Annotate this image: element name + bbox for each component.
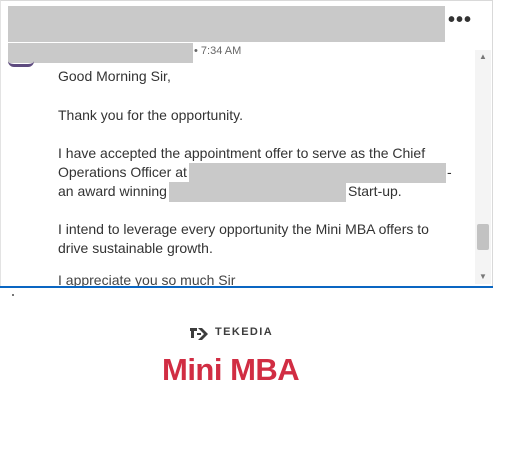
message-line-greeting: Good Morning Sir, [58, 68, 171, 84]
redacted-company-name [189, 163, 446, 183]
chevron-down-icon[interactable]: ▼ [475, 270, 491, 284]
message-timestamp: • 7:34 AM [194, 45, 242, 57]
avatar [8, 61, 34, 67]
cursor-dot [12, 294, 14, 296]
mini-mba-title: Mini MBA [162, 352, 300, 387]
tekedia-wordmark: TEKEDIA [215, 326, 274, 338]
message-scrollbar[interactable]: ▲ ▼ [475, 50, 491, 284]
message-line-appointment: I have accepted the appointment offer to… [58, 145, 426, 161]
tekedia-logo-icon [190, 328, 208, 340]
more-options-button[interactable]: ••• [447, 10, 473, 33]
focus-underline [0, 286, 493, 288]
message-line-role: Operations Officer at [58, 164, 187, 180]
message-line-dash: - [447, 164, 452, 180]
message-line-startup: Start-up. [348, 183, 402, 199]
message-line-growth: drive sustainable growth. [58, 240, 213, 256]
scrollbar-thumb[interactable] [477, 224, 489, 250]
message-line-leverage: I intend to leverage every opportunity t… [58, 221, 429, 237]
message-panel: ••• • 7:34 AM Good Morning Sir, Thank yo… [0, 0, 493, 298]
tekedia-brand-block: TEKEDIA Mini MBA [0, 318, 515, 408]
message-line-award: an award winning [58, 183, 167, 199]
redacted-sender-name [8, 43, 193, 63]
message-line-thanks: Thank you for the opportunity. [58, 107, 243, 123]
redacted-header-text [8, 6, 445, 42]
redacted-sector-name [169, 182, 346, 202]
chevron-up-icon[interactable]: ▲ [475, 50, 491, 64]
